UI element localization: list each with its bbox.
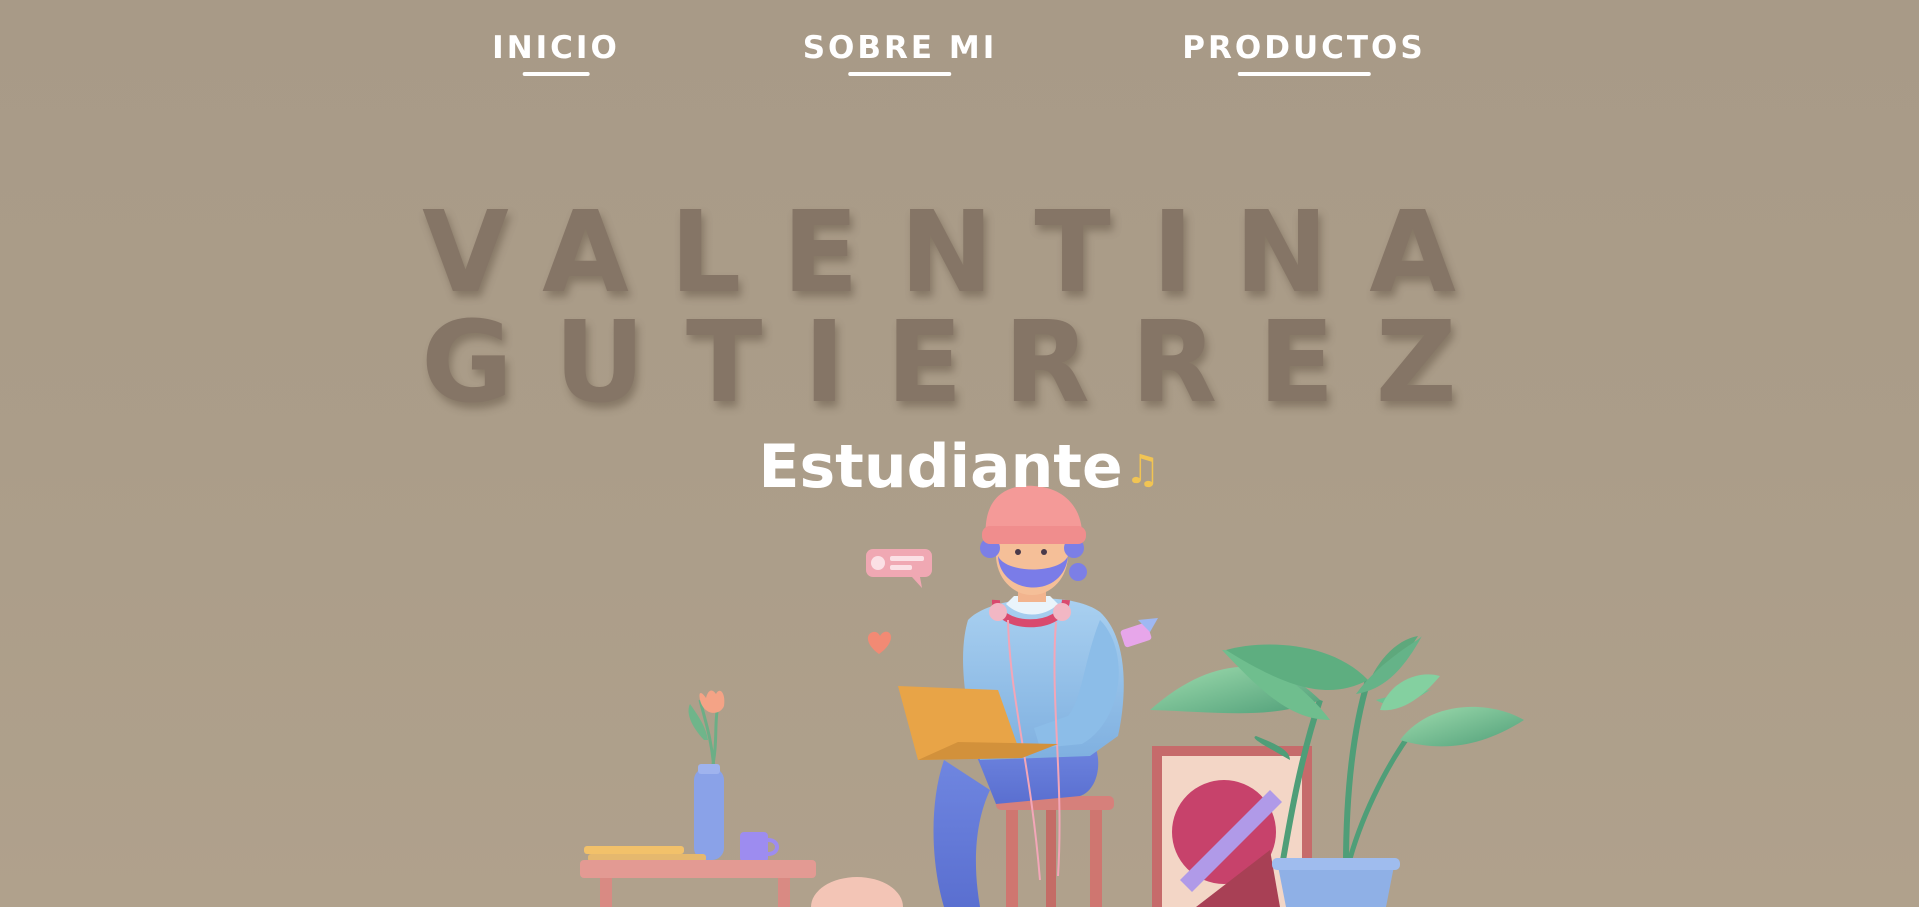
student-character [898,485,1124,907]
side-table [580,846,816,907]
potted-plant [1150,636,1524,907]
stool [996,796,1114,907]
hero-name-last: GUTIERREZ [421,298,1498,428]
nav-link-productos[interactable]: PRODUCTOS [1182,30,1426,76]
nav-link-inicio-label: INICIO [492,30,620,66]
nav-link-inicio[interactable]: INICIO [492,30,620,76]
vase-plant [688,690,725,860]
nav-link-sobre-mi-underline [848,72,952,76]
hero-subtitle: Estudiante♫ [0,432,1919,502]
chat-bubble-icon [866,549,932,588]
picture-frame [1152,746,1312,907]
tag-icon [1120,618,1158,648]
nav-link-sobre-mi[interactable]: SOBRE MI [802,30,998,76]
music-note-icon: ♫ [1124,447,1161,493]
mug-icon [740,832,779,862]
hero-subtitle-text: Estudiante [758,432,1123,502]
nav-link-inicio-underline [522,72,590,76]
nav-link-productos-label: PRODUCTOS [1182,30,1426,66]
top-navigation: INICIO SOBRE MI PRODUCTOS [0,0,1919,100]
ball-decoration [811,877,903,907]
nav-link-sobre-mi-label: SOBRE MI [802,30,998,66]
heart-icon [867,631,891,654]
nav-link-productos-underline [1237,72,1371,76]
